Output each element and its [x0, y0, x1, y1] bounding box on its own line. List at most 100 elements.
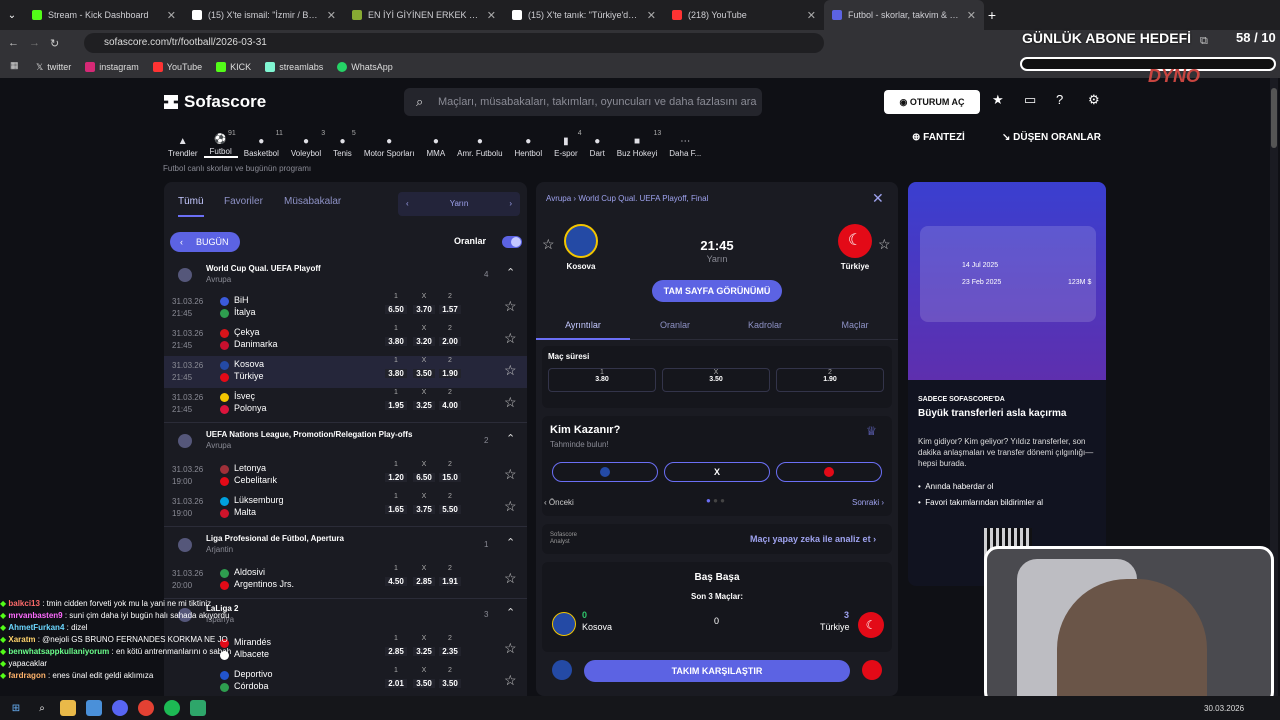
search-icon[interactable]: ⌕	[34, 700, 50, 716]
match-row[interactable]: 31.03.26 21:45 BiH İtalya 1 X 2 6.50 3.70 1.57 ☆	[164, 292, 527, 324]
windows-start-icon[interactable]: ⊞	[8, 700, 24, 716]
odds-away[interactable]: 5.50	[439, 505, 461, 514]
bookmark-twitter[interactable]: 𝕏twitter	[36, 62, 71, 73]
odds-button-draw[interactable]: X 3.50	[662, 368, 770, 392]
close-icon[interactable]: ✕	[487, 9, 496, 22]
odds-away[interactable]: 1.91	[439, 577, 461, 586]
settings-gear-icon[interactable]: ⚙	[1088, 92, 1100, 108]
away-team-name[interactable]: Türkiye	[830, 262, 880, 271]
extensions-icon[interactable]: ⧉	[1200, 35, 1208, 48]
close-icon[interactable]: ✕	[647, 9, 656, 22]
odds-draw[interactable]: 3.25	[413, 401, 435, 410]
match-row[interactable]: 31.03.26 19:00 Lüksemburg Malta 1 X 2 1.65 3.75 5…	[164, 492, 527, 524]
promo-panel[interactable]: 14 Jul 2025 23 Feb 2025 123M $ SADECE SO…	[908, 182, 1106, 586]
chevron-up-icon[interactable]: ⌃	[506, 266, 515, 279]
tab-competitions[interactable]: Müsabakalar	[284, 196, 341, 207]
bookmark-kick[interactable]: KICK	[216, 62, 251, 72]
star-icon[interactable]: ★	[992, 92, 1004, 108]
odds-away[interactable]: 2.00	[439, 337, 461, 346]
new-tab-plus-icon[interactable]: +	[984, 7, 1000, 23]
close-icon[interactable]: ✕	[807, 9, 816, 22]
help-icon[interactable]: ?	[1056, 92, 1063, 107]
match-row[interactable]: 31.03.26 21:45 İsveç Polonya 1 X 2 1.95 3.25 4.00…	[164, 388, 527, 420]
browser-tab[interactable]: (15) X'te ismail: "İzmir / Bakırçay ✕	[184, 0, 344, 30]
sport-tab[interactable]: ● Hentbol	[509, 126, 549, 158]
sport-tab[interactable]: 13 ■ Buz Hokeyi	[611, 126, 663, 158]
odds-away[interactable]: 1.90	[439, 369, 461, 378]
full-page-view-button[interactable]: TAM SAYFA GÖRÜNÜMÜ	[652, 280, 782, 302]
dropping-odds-link[interactable]: ↘ DÜŞEN ORANLAR	[1002, 132, 1101, 143]
favorite-star-icon[interactable]: ☆	[504, 466, 517, 483]
odds-draw[interactable]: 3.75	[413, 505, 435, 514]
previous-button[interactable]: ‹ Önceki	[544, 498, 574, 507]
favorite-star-icon[interactable]: ☆	[504, 298, 517, 315]
match-row[interactable]: 31.03.26 19:00 Letonya Cebelitarık 1 X 2 1.20 6.…	[164, 460, 527, 492]
sport-tab[interactable]: ⋯ Daha F...	[663, 126, 707, 158]
next-button[interactable]: Sonraki ›	[852, 498, 884, 507]
bookmark-streamlabs[interactable]: streamlabs	[265, 62, 323, 72]
favorite-star-icon[interactable]: ☆	[504, 330, 517, 347]
odds-draw[interactable]: 3.50	[413, 679, 435, 688]
odds-home[interactable]: 4.50	[385, 577, 407, 586]
tab-all[interactable]: Tümü	[178, 196, 204, 217]
bookmark-youtube[interactable]: YouTube	[152, 62, 202, 72]
odds-away[interactable]: 15.0	[439, 473, 461, 482]
sport-tab[interactable]: ● MMA	[421, 126, 452, 158]
ai-analysis-link[interactable]: Maçı yapay zeka ile analiz et ›	[750, 534, 876, 544]
breadcrumb[interactable]: Avrupa › World Cup Qual. UEFA Playoff, F…	[546, 194, 708, 203]
sport-tab[interactable]: 91 ⚽ Futbol	[203, 126, 238, 158]
today-button[interactable]: ‹ BUGÜN	[170, 232, 240, 252]
odds-button-home[interactable]: 1 3.80	[548, 368, 656, 392]
url-field[interactable]: sofascore.com/tr/football/2026-03-31	[84, 33, 824, 53]
match-row[interactable]: 31.03.26 21:45 Kosova Türkiye 1 X 2 3.80 3.50 1.9…	[164, 356, 527, 388]
chevron-up-icon[interactable]: ⌃	[506, 536, 515, 549]
odds-toggle[interactable]	[502, 236, 522, 248]
odds-away[interactable]: 2.35	[439, 647, 461, 656]
spotify-icon[interactable]	[164, 700, 180, 716]
browser-tab-active[interactable]: Futbol - skorlar, takvim & oranl ✕	[824, 0, 984, 30]
chevron-right-icon[interactable]: ›	[509, 192, 512, 216]
browser-tab[interactable]: EN İYİ GİYİNEN ERKEK - Tier Li ✕	[344, 0, 504, 30]
close-icon[interactable]: ✕	[872, 190, 884, 207]
sport-tab[interactable]: 11 ● Basketbol	[238, 126, 285, 158]
close-icon[interactable]: ✕	[967, 9, 976, 22]
favorite-star-icon[interactable]: ☆	[504, 498, 517, 515]
odds-draw[interactable]: 2.85	[413, 577, 435, 586]
reload-icon[interactable]: ↻	[50, 37, 59, 50]
odds-home[interactable]: 3.80	[385, 337, 407, 346]
chevron-up-icon[interactable]: ⌃	[506, 432, 515, 445]
favorite-star-icon[interactable]: ☆	[878, 236, 891, 253]
tab-list-chevron-icon[interactable]: ⌄	[0, 7, 24, 23]
search-input[interactable]: ⌕ Maçları, müsabakaları, takımları, oyunc…	[404, 88, 762, 116]
close-icon[interactable]: ✕	[167, 9, 176, 22]
bookmark-whatsapp[interactable]: WhatsApp	[337, 62, 393, 72]
odds-draw[interactable]: 3.50	[413, 369, 435, 378]
sport-tab[interactable]: 3 ● Voleybol	[285, 126, 327, 158]
ai-analysis-card[interactable]: Sofascore Analyst Maçı yapay zeka ile an…	[542, 524, 892, 554]
browser-tab[interactable]: (218) YouTube ✕	[664, 0, 824, 30]
tab-lineups[interactable]: Kadrolar	[720, 320, 810, 330]
odds-home[interactable]: 6.50	[385, 305, 407, 314]
scrollbar-thumb[interactable]	[1271, 88, 1277, 148]
forward-arrow-icon[interactable]: →	[29, 37, 40, 49]
tab-odds[interactable]: Oranlar	[630, 320, 720, 330]
favorite-star-icon[interactable]: ☆	[542, 236, 555, 253]
odds-home[interactable]: 1.20	[385, 473, 407, 482]
chrome-icon[interactable]	[138, 700, 154, 716]
sport-tab[interactable]: ● Amr. Futbolu	[451, 126, 508, 158]
vote-away-button[interactable]	[776, 462, 882, 482]
close-icon[interactable]: ✕	[327, 9, 336, 22]
favorite-star-icon[interactable]: ☆	[504, 362, 517, 379]
chevron-up-icon[interactable]: ⌃	[506, 606, 515, 619]
away-team-logo[interactable]: ☾	[838, 224, 872, 258]
favorite-star-icon[interactable]: ☆	[504, 570, 517, 587]
team-compare-button[interactable]: TAKIM KARŞILAŞTIR	[584, 660, 850, 682]
apps-grid-icon[interactable]: ▦	[10, 60, 19, 71]
match-row[interactable]: 31.03.26 21:45 Çekya Danimarka 1 X 2 3.80 3.20 2.…	[164, 324, 527, 356]
discord-icon[interactable]	[112, 700, 128, 716]
fantezi-link[interactable]: ⊕ FANTEZİ	[912, 132, 965, 143]
odds-button-away[interactable]: 2 1.90	[776, 368, 884, 392]
league-header[interactable]: UEFA Nations League, Promotion/Relegatio…	[164, 428, 527, 458]
odds-home[interactable]: 3.80	[385, 369, 407, 378]
odds-draw[interactable]: 6.50	[413, 473, 435, 482]
